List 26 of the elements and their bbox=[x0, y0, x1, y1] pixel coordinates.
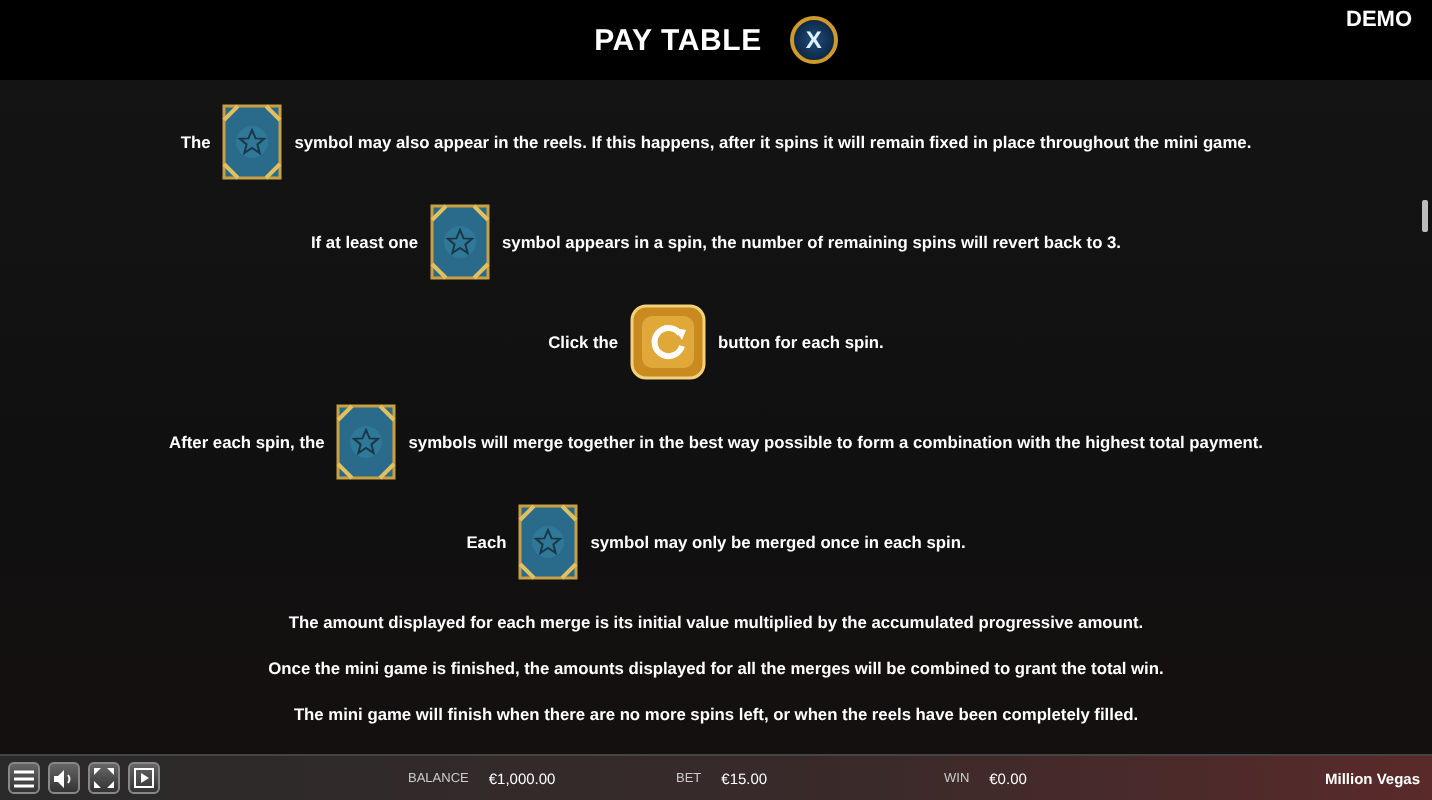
pay-table-title: PAY TABLE bbox=[594, 23, 762, 57]
rule-text: symbols will merge together in the best way possible to form a combination with the highest total payment. bbox=[408, 432, 1263, 452]
rule-text: After each spin, the bbox=[169, 432, 325, 452]
rule-text: Each bbox=[466, 532, 507, 552]
rule-text: If at least one bbox=[310, 232, 419, 252]
rule-text: The mini game will finish when there are no more spins left, or when the reels have been completely filled. bbox=[293, 702, 1139, 728]
star-card-icon bbox=[336, 404, 397, 480]
rule-text: symbol may also appear in the reels. If this happens, after it spins it will remain fixed in place throughout the mini game. bbox=[294, 132, 1252, 152]
rule-text: The amount displayed for each merge is its initial value multiplied by the accumulated progressive amount. bbox=[288, 610, 1144, 636]
menu-icon[interactable] bbox=[8, 762, 40, 794]
rule-text: symbol may only be merged once in each spin. bbox=[590, 532, 966, 552]
star-card-icon bbox=[430, 204, 491, 280]
star-card-icon bbox=[222, 104, 283, 180]
speaker-icon[interactable] bbox=[48, 762, 80, 794]
demo-label: DEMO bbox=[1346, 8, 1412, 32]
scrollbar-thumb[interactable] bbox=[1422, 200, 1428, 232]
rule-text: Once the mini game is finished, the amounts displayed for all the merges will be combined to grant the total win. bbox=[268, 656, 1164, 682]
rule-text: The bbox=[180, 132, 211, 152]
star-card-icon bbox=[518, 504, 579, 580]
rule-text: Click the bbox=[548, 332, 619, 352]
spin-button-icon bbox=[630, 304, 707, 380]
rule-text: symbol appears in a spin, the number of remaining spins will revert back to 3. bbox=[502, 232, 1122, 252]
fullscreen-icon[interactable] bbox=[88, 762, 120, 794]
rule-text: button for each spin. bbox=[718, 332, 884, 352]
close-button[interactable]: X bbox=[789, 16, 838, 64]
play-icon[interactable] bbox=[128, 762, 160, 794]
